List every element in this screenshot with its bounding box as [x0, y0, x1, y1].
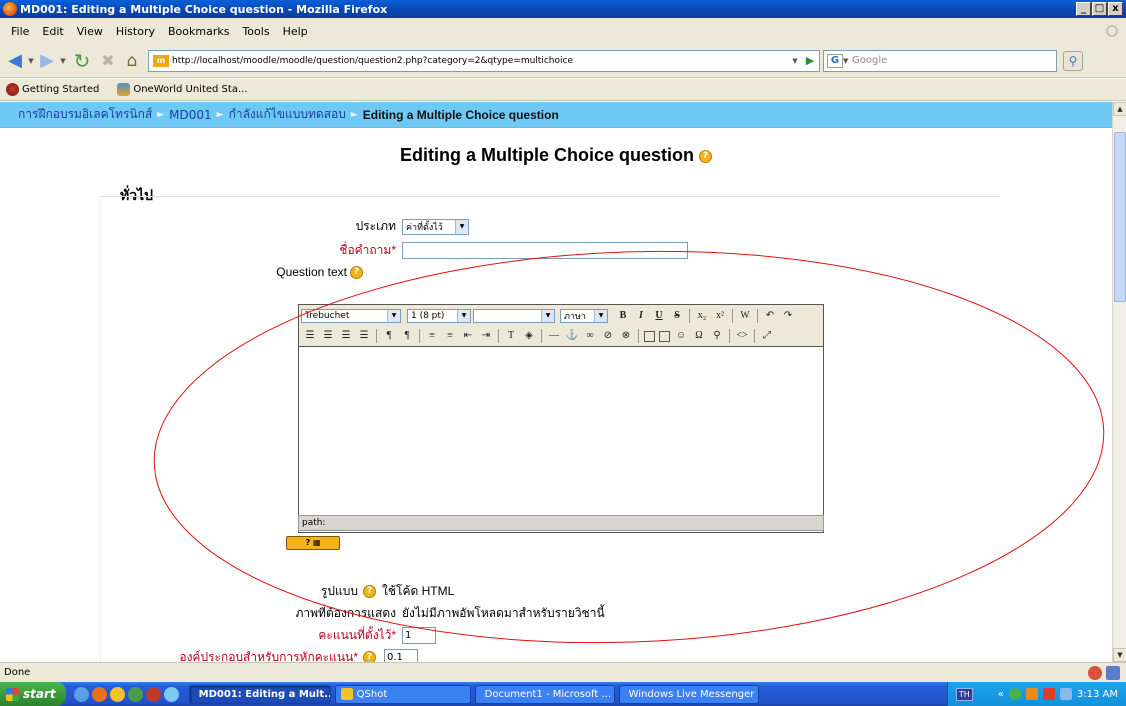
taskbar-item-qshot[interactable]: QShot — [334, 684, 471, 704]
scroll-down-icon[interactable]: ▼ — [1113, 648, 1126, 662]
forward-icon[interactable]: ▶ — [36, 49, 58, 73]
menu-history[interactable]: History — [116, 25, 155, 38]
quicklaunch-icon[interactable] — [91, 686, 107, 702]
taskbar-item-label: Document1 - Microsoft ... — [484, 688, 611, 700]
search-go-icon[interactable]: ⚲ — [1063, 50, 1083, 71]
menu-view[interactable]: View — [77, 25, 103, 38]
taskbar-item-label: Windows Live Messenger — [628, 688, 755, 700]
taskbar: start MD001: Editing a Mult... QShot Doc… — [0, 682, 1126, 706]
throbber-icon — [1106, 25, 1118, 37]
start-button[interactable]: start — [0, 682, 66, 706]
page-content: การฝึกอบรมอิเลคโทรนิกส์ ► MD001 ► กำลังแ… — [0, 102, 1112, 662]
menu-edit[interactable]: Edit — [42, 25, 63, 38]
tray-app-icon[interactable] — [1025, 688, 1038, 700]
vertical-scrollbar[interactable]: ▲ ▼ — [1112, 102, 1126, 662]
menu-tools[interactable]: Tools — [242, 25, 269, 38]
minimize-button[interactable]: _ — [1076, 2, 1091, 16]
stop-icon[interactable]: ✖ — [96, 49, 120, 73]
menu-bar: File Edit View History Bookmarks Tools H… — [0, 18, 1126, 44]
extension-icon[interactable] — [1106, 665, 1120, 680]
google-engine-icon[interactable]: G — [827, 53, 843, 68]
quicklaunch-icon[interactable] — [145, 686, 161, 702]
bookmark-label: Getting Started — [22, 84, 100, 95]
taskbar-item-label: QShot — [356, 688, 388, 700]
site-favicon-icon: m — [153, 54, 169, 67]
quicklaunch-icon[interactable] — [109, 686, 125, 702]
windows-flag-icon — [6, 687, 19, 701]
forward-history-dropdown-icon[interactable]: ▼ — [58, 49, 68, 73]
window-controls: _ □ x — [1076, 2, 1123, 16]
engine-dropdown-icon[interactable]: ▼ — [843, 57, 852, 65]
search-placeholder[interactable]: Google — [852, 55, 887, 66]
menu-help[interactable]: Help — [283, 25, 308, 38]
url-text[interactable]: http://localhost/moodle/moodle/question/… — [172, 56, 789, 66]
system-tray: TH « 3:13 AM — [946, 682, 1126, 706]
bookmarks-toolbar: Getting Started OneWorld United Sta... — [0, 79, 1126, 101]
firefox-icon — [3, 2, 17, 16]
network-icon[interactable] — [1059, 688, 1072, 700]
back-history-dropdown-icon[interactable]: ▼ — [26, 49, 36, 73]
status-icons — [1088, 665, 1120, 680]
status-text: Done — [4, 667, 31, 678]
quicklaunch-icon[interactable] — [127, 686, 143, 702]
window-titlebar: MD001: Editing a Multiple Choice questio… — [0, 0, 1126, 18]
taskbar-item-firefox[interactable]: MD001: Editing a Mult... — [188, 684, 331, 704]
status-bar: Done — [0, 662, 1126, 682]
tray-app-icon[interactable] — [1042, 688, 1055, 700]
quick-launch — [73, 686, 179, 702]
window-title: MD001: Editing a Multiple Choice questio… — [20, 2, 388, 16]
close-button[interactable]: x — [1108, 2, 1123, 16]
start-label: start — [23, 687, 56, 701]
menu-bookmarks[interactable]: Bookmarks — [168, 25, 229, 38]
scroll-up-icon[interactable]: ▲ — [1113, 102, 1126, 116]
go-icon[interactable]: ▶ — [801, 54, 819, 67]
url-history-dropdown-icon[interactable]: ▼ — [789, 57, 801, 65]
taskbar-item-messenger[interactable]: Windows Live Messenger — [618, 684, 759, 704]
search-box[interactable]: G ▼ Google — [823, 49, 1057, 72]
quicklaunch-icon[interactable] — [73, 686, 89, 702]
messenger-tray-icon[interactable] — [1008, 688, 1021, 700]
oneworld-icon — [117, 83, 131, 96]
back-icon[interactable]: ◀ — [4, 49, 26, 73]
home-icon[interactable]: ⌂ — [120, 49, 144, 73]
navigation-toolbar: ◀ ▼ ▶ ▼ ↻ ✖ ⌂ m http://localhost/moodle/… — [0, 44, 1126, 78]
taskbar-item-word[interactable]: Document1 - Microsoft ... — [474, 684, 615, 704]
address-bar[interactable]: m http://localhost/moodle/moodle/questio… — [148, 49, 820, 72]
reload-icon[interactable]: ↻ — [68, 49, 96, 73]
scroll-thumb[interactable] — [1114, 132, 1126, 302]
bookmark-oneworld[interactable]: OneWorld United Sta... — [117, 83, 248, 96]
bookmark-getting-started[interactable]: Getting Started — [6, 83, 99, 96]
maximize-button[interactable]: □ — [1092, 2, 1107, 16]
taskbar-item-label: MD001: Editing a Mult... — [198, 688, 331, 700]
tray-expand-icon[interactable]: « — [998, 689, 1004, 700]
menu-file[interactable]: File — [11, 25, 29, 38]
quicklaunch-icon[interactable] — [163, 686, 179, 702]
addon-icon[interactable] — [1088, 665, 1102, 680]
folder-icon — [340, 688, 353, 700]
language-indicator[interactable]: TH — [955, 687, 973, 701]
getting-started-icon — [6, 83, 19, 96]
clock[interactable]: 3:13 AM — [1077, 689, 1118, 700]
bookmark-label: OneWorld United Sta... — [133, 84, 248, 95]
annotation-ellipse — [153, 250, 1105, 644]
